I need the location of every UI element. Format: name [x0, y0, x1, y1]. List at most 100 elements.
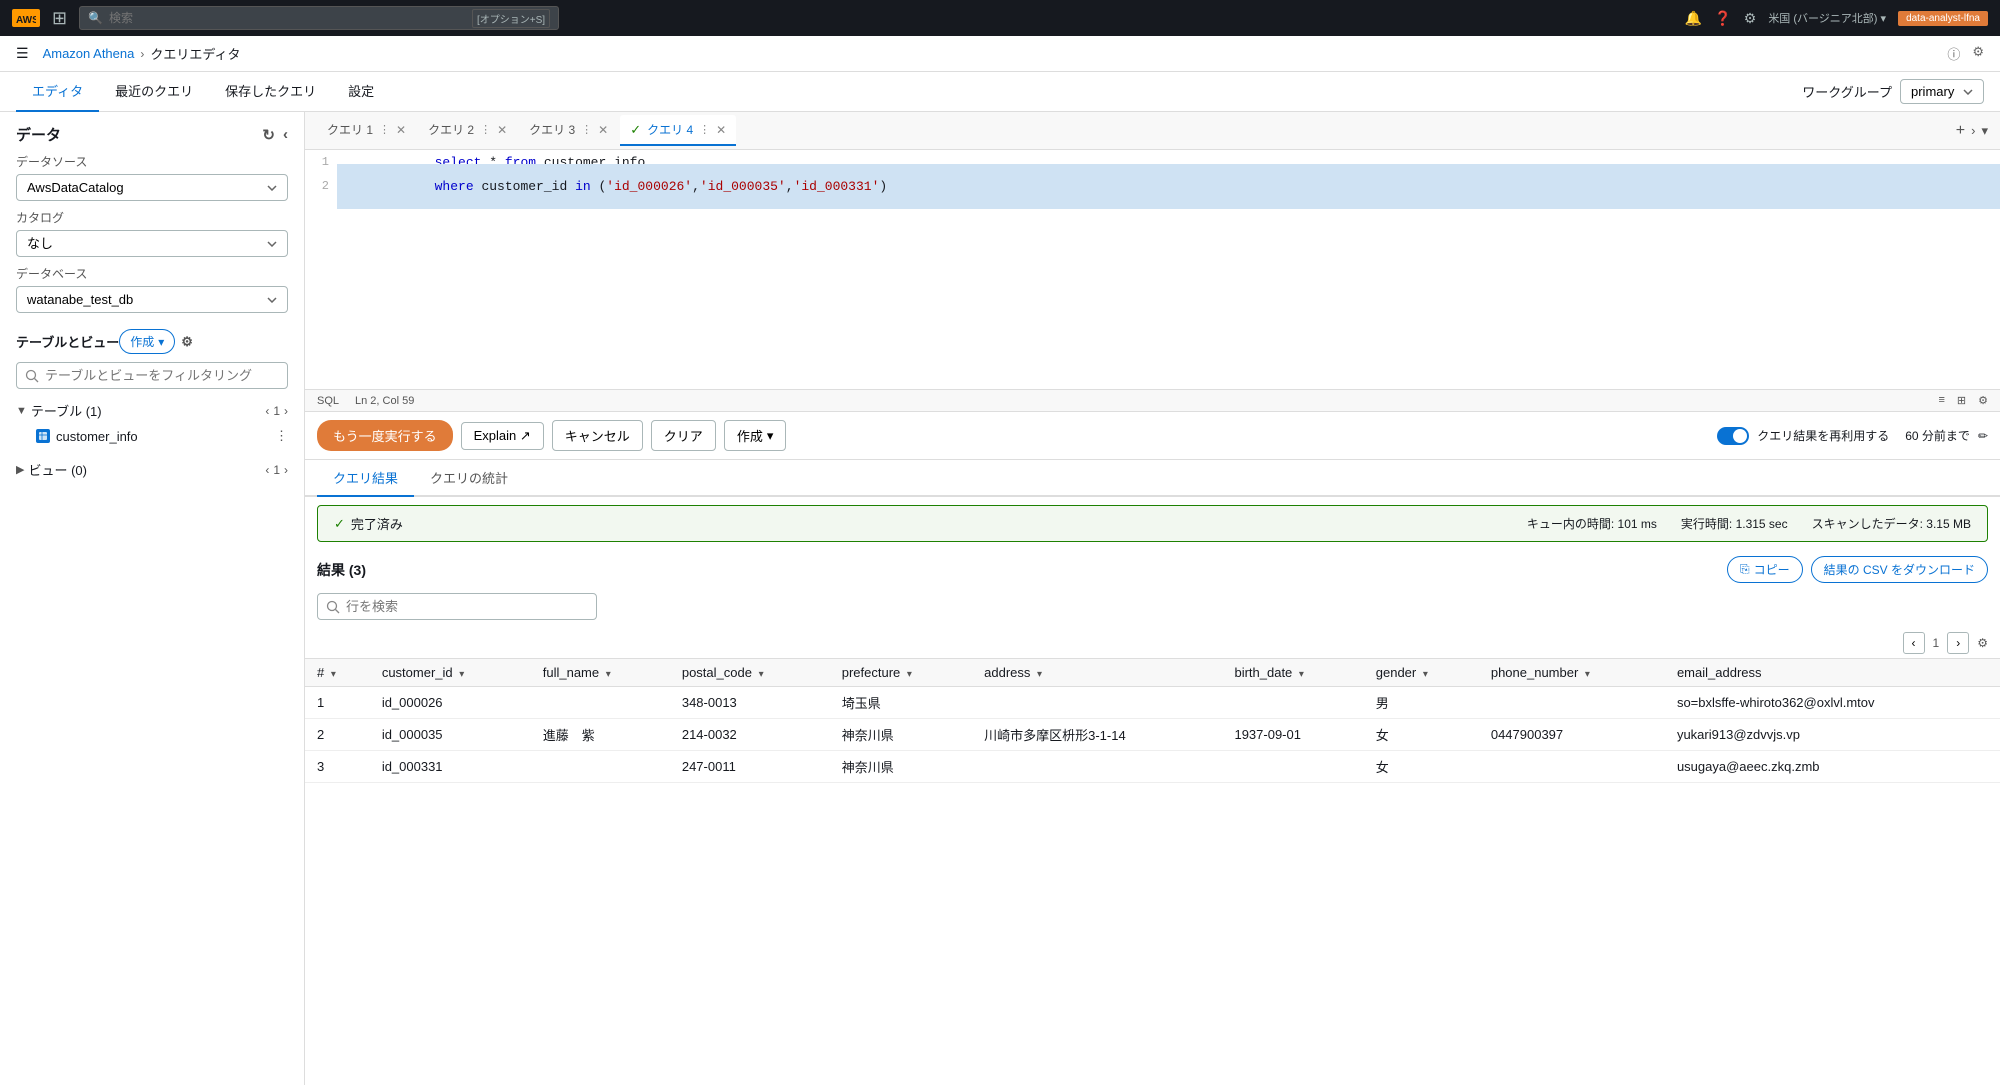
tab-settings[interactable]: 設定: [332, 72, 390, 112]
query-tab-4-dots[interactable]: ⋮: [699, 123, 710, 136]
exec-time-stat: 実行時間: 1.315 sec: [1681, 515, 1788, 532]
settings-icon-2[interactable]: ⚙: [1972, 44, 1984, 63]
explain-button[interactable]: Explain ↗: [461, 422, 544, 450]
breadcrumb-current: クエリエディタ: [150, 44, 240, 63]
results-area: クエリ結果 クエリの統計 ✓ 完了済み キュー内の時間: 101 ms 実行時間…: [305, 460, 2000, 1085]
breadcrumb-service-link[interactable]: Amazon Athena: [43, 46, 135, 61]
col-header-gender[interactable]: gender ▾: [1364, 659, 1479, 687]
table-view-icon[interactable]: ⊞: [1957, 394, 1966, 407]
svg-text:AWS: AWS: [16, 15, 36, 24]
col-header-birth-date[interactable]: birth_date ▾: [1222, 659, 1363, 687]
menu-icon[interactable]: ☰: [16, 45, 29, 62]
help-icon[interactable]: ❓: [1714, 10, 1731, 27]
results-table: # ▾ customer_id ▾ full_name ▾ postal_cod…: [305, 658, 2000, 783]
catalog-select[interactable]: なし: [16, 230, 288, 257]
settings-icon[interactable]: ⚙: [1744, 10, 1757, 27]
download-csv-button[interactable]: 結果の CSV をダウンロード: [1811, 556, 1988, 583]
user-badge[interactable]: data-analyst-lfna: [1898, 11, 1988, 26]
copy-button[interactable]: ⎘ コピー: [1727, 556, 1803, 583]
query-tab-3-close[interactable]: ✕: [598, 123, 608, 137]
breadcrumb-separator: ›: [140, 47, 144, 61]
action-bar: もう一度実行する Explain ↗ キャンセル クリア 作成 ▾ クエリ結果を…: [305, 412, 2000, 460]
reuse-edit-icon[interactable]: ✏: [1978, 429, 1988, 443]
query-tab-1-label: クエリ 1: [327, 121, 373, 138]
line-number-2: 2: [305, 179, 337, 193]
cancel-button[interactable]: キャンセル: [552, 420, 643, 451]
search-input[interactable]: [109, 11, 466, 25]
table-settings-icon[interactable]: ⚙: [181, 334, 193, 350]
page-next-btn[interactable]: ›: [1947, 632, 1969, 654]
create-table-button[interactable]: 作成 ▾: [119, 329, 175, 354]
results-tab-query-results[interactable]: クエリ結果: [317, 460, 414, 497]
global-search-bar[interactable]: 🔍 [オプション+S]: [79, 6, 559, 30]
more-tabs-btn[interactable]: ›: [1971, 123, 1975, 138]
page-prev-btn[interactable]: ‹: [1903, 632, 1925, 654]
col-header-email[interactable]: email_address: [1665, 659, 2000, 687]
table-item-customer-info[interactable]: customer_info ⋮: [16, 424, 288, 448]
query-tab-1-close[interactable]: ✕: [396, 123, 406, 137]
add-query-btn[interactable]: +: [1956, 122, 1965, 140]
filter-input-wrap: [0, 362, 304, 397]
region-selector[interactable]: 米国 (バージニア北部) ▾: [1768, 10, 1886, 26]
info-icon[interactable]: ⓘ: [1947, 44, 1960, 63]
editor-area[interactable]: 1 select * from customer_info 2 where cu…: [305, 150, 2000, 390]
nav-right-section: 🔔 ❓ ⚙ 米国 (バージニア北部) ▾ data-analyst-lfna: [1685, 10, 1988, 27]
nav-grid-icon[interactable]: ⊞: [48, 6, 71, 31]
create-label: 作成: [737, 426, 763, 445]
reuse-time: 60 分前まで: [1905, 427, 1970, 444]
refresh-icon[interactable]: ↻: [262, 126, 275, 144]
query-tab-2-close[interactable]: ✕: [497, 123, 507, 137]
col-header-num[interactable]: # ▾: [305, 659, 370, 687]
query-tab-2-dots[interactable]: ⋮: [480, 123, 491, 136]
run-again-button[interactable]: もう一度実行する: [317, 420, 453, 451]
tab-saved-queries[interactable]: 保存したクエリ: [209, 72, 332, 112]
main-tab-bar: エディタ 最近のクエリ 保存したクエリ 設定 ワークグループ primary: [0, 72, 2000, 112]
tables-nav-next[interactable]: ›: [284, 404, 288, 418]
row-search-input[interactable]: [317, 593, 597, 620]
results-tab-statistics[interactable]: クエリの統計: [414, 460, 524, 497]
database-section: データベース watanabe_test_db: [0, 265, 304, 321]
views-count: 1: [273, 463, 280, 477]
database-select[interactable]: watanabe_test_db: [16, 286, 288, 313]
notifications-icon[interactable]: 🔔: [1685, 10, 1702, 27]
create-button[interactable]: 作成 ▾: [724, 420, 787, 451]
editor-lines: 1 select * from customer_info 2 where cu…: [305, 150, 2000, 198]
table-filter-input[interactable]: [16, 362, 288, 389]
tables-tree-header[interactable]: ▼ テーブル (1) ‹ 1 ›: [16, 397, 288, 424]
col-header-customer-id[interactable]: customer_id ▾: [370, 659, 531, 687]
col-header-full-name[interactable]: full_name ▾: [531, 659, 670, 687]
sidebar-header-icons: ↻ ‹: [262, 126, 288, 144]
tab-recent-queries[interactable]: 最近のクエリ: [99, 72, 209, 112]
query-tab-1-dots[interactable]: ⋮: [379, 123, 390, 136]
pagination-row: ‹ 1 › ⚙: [305, 628, 2000, 658]
collapse-icon[interactable]: ‹: [283, 126, 288, 144]
tables-nav-prev[interactable]: ‹: [265, 404, 269, 418]
col-header-address[interactable]: address ▾: [972, 659, 1222, 687]
table-icon: [36, 429, 50, 443]
query-tab-3-dots[interactable]: ⋮: [581, 123, 592, 136]
reuse-results-toggle[interactable]: [1717, 427, 1749, 445]
views-tree-header[interactable]: ▶ ビュー (0) ‹ 1 ›: [16, 456, 288, 483]
editor-settings-icon[interactable]: ⚙: [1978, 394, 1988, 407]
views-nav-prev[interactable]: ‹: [265, 463, 269, 477]
table-row: 3id_000331247-0011神奈川県女usugaya@aeec.zkq.…: [305, 751, 2000, 783]
clear-button[interactable]: クリア: [651, 420, 716, 451]
pagination-settings-icon[interactable]: ⚙: [1977, 636, 1988, 650]
table-name-label: customer_info: [56, 429, 138, 444]
tables-tree-label: テーブル (1): [31, 401, 265, 420]
col-header-prefecture[interactable]: prefecture ▾: [830, 659, 972, 687]
format-icon[interactable]: ≡: [1938, 394, 1944, 407]
table-options-dots[interactable]: ⋮: [275, 428, 288, 444]
datasource-select[interactable]: AwsDataCatalog: [16, 174, 288, 201]
status-check-icon: ✓: [334, 516, 345, 532]
create-btn-label: 作成: [130, 333, 154, 350]
tab-editor[interactable]: エディタ: [16, 72, 99, 112]
tab-options-btn[interactable]: ▾: [1981, 123, 1988, 139]
views-nav-next[interactable]: ›: [284, 463, 288, 477]
aws-logo: AWS: [12, 9, 40, 27]
workgroup-select[interactable]: primary: [1900, 79, 1984, 104]
status-text: 完了済み: [351, 514, 403, 533]
col-header-phone-number[interactable]: phone_number ▾: [1479, 659, 1665, 687]
col-header-postal-code[interactable]: postal_code ▾: [670, 659, 830, 687]
query-tab-4-close[interactable]: ✕: [716, 123, 726, 137]
